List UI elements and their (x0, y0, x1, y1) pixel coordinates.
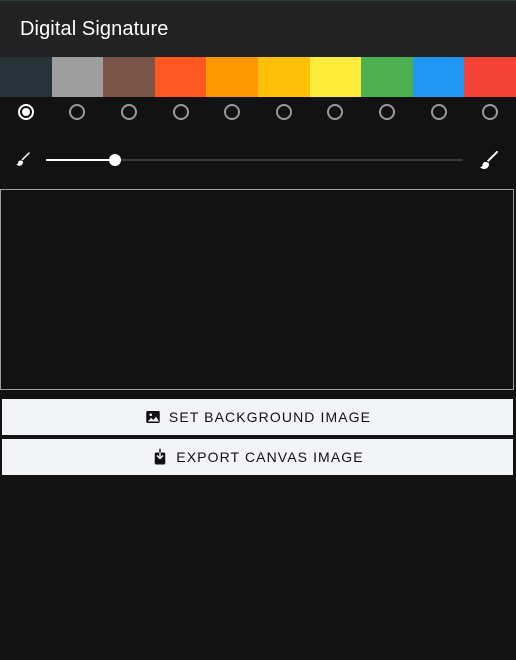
color-radio-cell[interactable] (310, 97, 362, 127)
download-icon (155, 448, 166, 465)
brush-icon (480, 151, 498, 169)
color-radio-button[interactable] (482, 104, 499, 120)
brush-size-slider[interactable] (46, 154, 463, 166)
color-radio-button[interactable] (327, 104, 344, 120)
color-swatch[interactable] (206, 57, 258, 97)
color-radio-button[interactable] (430, 104, 447, 120)
brush-icon (16, 152, 30, 166)
color-swatch[interactable] (51, 57, 104, 97)
color-radio-button[interactable] (224, 104, 241, 120)
color-radio-button[interactable] (172, 104, 189, 120)
color-radio-cell[interactable] (464, 97, 516, 127)
app-bar: Digital Signature (0, 0, 516, 57)
color-radio-button[interactable] (17, 104, 34, 120)
color-swatch[interactable] (154, 57, 207, 97)
color-radio-cell[interactable] (0, 97, 52, 127)
export-canvas-image-button[interactable]: EXPORT CANVAS IMAGE (2, 439, 513, 475)
color-radio-cell[interactable] (155, 97, 207, 127)
color-swatch[interactable] (361, 57, 413, 97)
color-swatch[interactable] (257, 57, 310, 97)
color-palette (0, 57, 516, 97)
color-radio-cell[interactable] (206, 97, 258, 127)
signature-canvas[interactable] (0, 189, 514, 390)
color-swatch[interactable] (0, 57, 52, 97)
color-swatch[interactable] (412, 57, 465, 97)
color-radio-button[interactable] (69, 104, 86, 120)
set-background-image-button[interactable]: SET BACKGROUND IMAGE (2, 399, 513, 435)
color-radio-button[interactable] (120, 104, 137, 120)
color-swatch[interactable] (309, 57, 362, 97)
slider-fill (46, 159, 115, 161)
page-title: Digital Signature (20, 18, 169, 40)
color-radio-button[interactable] (275, 104, 292, 120)
color-radio-cell[interactable] (361, 97, 413, 127)
color-radio-cell[interactable] (52, 97, 104, 127)
color-radio-cell[interactable] (258, 97, 310, 127)
export-canvas-image-label: EXPORT CANVAS IMAGE (176, 449, 364, 465)
set-background-image-label: SET BACKGROUND IMAGE (168, 409, 372, 425)
image-icon (146, 411, 160, 423)
color-radio-cell[interactable] (413, 97, 465, 127)
color-radio-group (0, 97, 516, 127)
color-radio-cell[interactable] (103, 97, 155, 127)
color-radio-button[interactable] (378, 104, 395, 120)
brush-size-slider-row (0, 138, 516, 182)
app-window: Digital Signature SET BACKGROUND IMAGE E… (0, 0, 516, 660)
color-swatch[interactable] (103, 57, 155, 97)
color-swatch[interactable] (464, 57, 516, 97)
slider-thumb[interactable] (109, 154, 121, 166)
